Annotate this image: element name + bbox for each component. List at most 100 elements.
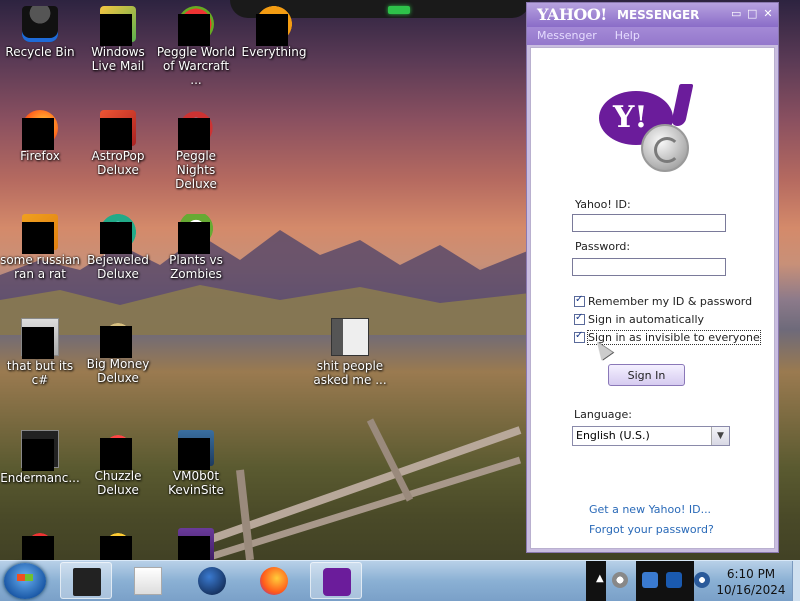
clock-time: 6:10 PM	[726, 567, 776, 581]
menu-messenger[interactable]: Messenger	[527, 27, 605, 42]
tray-network-icon[interactable]	[642, 572, 658, 588]
auto-signin-checkbox-row[interactable]: Sign in automatically	[574, 311, 704, 327]
start-button[interactable]	[4, 563, 46, 599]
icon-label: that but its c#	[6, 359, 74, 387]
icon-label: Chuzzle Deluxe	[94, 469, 142, 497]
desktop-icon-bejeweled[interactable]: Bejeweled Deluxe	[78, 214, 158, 281]
icon-label: Plants vs Zombies	[169, 253, 223, 281]
desktop-icon-windows-live-mail[interactable]: Windows Live Mail	[78, 6, 158, 73]
clock[interactable]: 6:10 PM 10/16/2024	[716, 566, 786, 598]
chevron-up-icon[interactable]: ▲	[596, 573, 604, 584]
taskbar-media[interactable]	[122, 562, 174, 599]
yahoo-id-input[interactable]	[572, 214, 726, 232]
language-select[interactable]: English (U.S.) ▼	[572, 426, 730, 446]
redaction-box	[100, 14, 132, 46]
document-icon	[331, 318, 369, 356]
auto-signin-checkbox[interactable]	[574, 312, 585, 325]
icon-label: Big Money Deluxe	[86, 357, 150, 385]
icon-label: Bejeweled Deluxe	[87, 253, 149, 281]
taskbar-firefox[interactable]	[248, 562, 300, 599]
remember-checkbox[interactable]	[574, 294, 585, 307]
files-icon	[21, 318, 59, 359]
desktop-icon-russian-rat[interactable]: some russian ran a rat	[0, 214, 80, 281]
globe-icon	[198, 567, 226, 595]
yahoo-messenger-icon	[323, 568, 351, 596]
tray-app-icon[interactable]	[612, 572, 628, 588]
invisible-checkbox[interactable]	[574, 330, 585, 343]
clock-date: 10/16/2024	[716, 583, 786, 597]
redaction-box	[22, 118, 54, 150]
yahoo-messenger-logo-icon: Y!	[599, 84, 699, 172]
close-icon[interactable]: ✕	[763, 8, 773, 19]
firefox-icon	[22, 110, 58, 150]
desktop-icon-plants-vs-zombies[interactable]: Plants vs Zombies	[156, 214, 236, 281]
big-money-icon	[100, 318, 136, 358]
redaction-box	[100, 438, 132, 470]
title-bar[interactable]: YAHOO! MESSENGER ▭ □ ✕	[527, 3, 778, 27]
icon-label: Peggle World of Warcraft ...	[156, 45, 236, 87]
show-desktop-button[interactable]	[792, 561, 800, 601]
desktop-icon-shit-people-asked[interactable]: shit people asked me ...	[310, 318, 390, 387]
sign-in-button[interactable]: Sign In	[608, 364, 685, 386]
dropdown-arrow-icon[interactable]: ▼	[711, 427, 729, 445]
yahoo-messenger-window: YAHOO! MESSENGER ▭ □ ✕ Messenger Help Y! …	[526, 2, 779, 553]
desktop-icon-recycle-bin[interactable]: Recycle Bin	[0, 6, 80, 59]
desktop-icon-that-but-its-c[interactable]: that but its c#	[0, 318, 80, 387]
plants-vs-zombies-icon	[178, 214, 214, 254]
invisible-label: Sign in as invisible to everyone	[587, 329, 761, 345]
vm-icon	[178, 430, 214, 470]
tray-volume-icon[interactable]	[694, 572, 710, 588]
auto-signin-label: Sign in automatically	[588, 312, 705, 326]
desktop-icon-vm0b0t[interactable]: VM0b0t KevinSite	[156, 430, 236, 497]
taskbar-yahoo-messenger[interactable]	[310, 562, 362, 599]
desktop-icon-endermanc[interactable]: Endermanc...	[0, 430, 80, 485]
minimize-icon[interactable]: ▭	[731, 8, 741, 19]
remember-checkbox-row[interactable]: Remember my ID & password	[574, 293, 752, 309]
tray-display-icon[interactable]	[666, 572, 682, 588]
endermanc-icon	[21, 430, 59, 471]
redaction-box	[178, 14, 210, 46]
desktop-icon-astropop[interactable]: AstroPop Deluxe	[78, 110, 158, 177]
desktop-icon-peggle-world[interactable]: Peggle World of Warcraft ...	[156, 6, 236, 87]
taskbar-globe[interactable]	[186, 562, 238, 599]
redaction-box	[22, 222, 54, 254]
redaction-box	[100, 222, 132, 254]
peggle-nights-icon	[178, 110, 214, 150]
terminal-icon	[73, 568, 101, 596]
chuzzle-icon	[100, 430, 136, 470]
redaction-box	[178, 438, 210, 470]
language-value: English (U.S.)	[576, 429, 650, 442]
window-title: MESSENGER	[617, 8, 700, 22]
maximize-icon[interactable]: □	[747, 8, 757, 19]
firefox-icon	[260, 567, 288, 595]
redaction-box	[22, 327, 54, 359]
remember-label: Remember my ID & password	[588, 294, 753, 308]
menu-help[interactable]: Help	[605, 27, 648, 42]
peggle-icon	[178, 6, 214, 46]
menu-bar: Messenger Help	[527, 27, 778, 45]
redaction-box	[256, 14, 288, 46]
redaction-box	[100, 326, 132, 358]
language-label: Language:	[574, 408, 632, 421]
desktop-icon-big-money[interactable]: Big Money Deluxe	[78, 318, 158, 385]
yahoo-logo: YAHOO!	[537, 5, 607, 24]
icon-label: VM0b0t KevinSite	[168, 469, 224, 497]
forgot-password-link[interactable]: Forgot your password?	[589, 523, 714, 536]
icon-label: Windows Live Mail	[91, 45, 145, 73]
desktop-icon-chuzzle[interactable]: Chuzzle Deluxe	[78, 430, 158, 497]
desktop-icon-peggle-nights[interactable]: Peggle Nights Deluxe	[156, 110, 236, 191]
password-input[interactable]	[572, 258, 726, 276]
bejeweled-icon	[100, 214, 136, 254]
everything-icon	[256, 6, 292, 46]
icon-label: Peggle Nights Deluxe	[175, 149, 217, 191]
app-icon	[178, 528, 214, 568]
desktop-icon-everything[interactable]: Everything	[234, 6, 314, 59]
taskbar: ▲ 6:10 PM 10/16/2024	[0, 560, 800, 601]
redaction-box	[22, 439, 54, 471]
icon-label: shit people asked me ...	[313, 359, 387, 387]
redaction-box	[100, 118, 132, 150]
new-id-link[interactable]: Get a new Yahoo! ID...	[589, 503, 711, 516]
file-icon	[22, 214, 58, 254]
taskbar-terminal[interactable]	[60, 562, 112, 599]
desktop-icon-firefox[interactable]: Firefox	[0, 110, 80, 163]
